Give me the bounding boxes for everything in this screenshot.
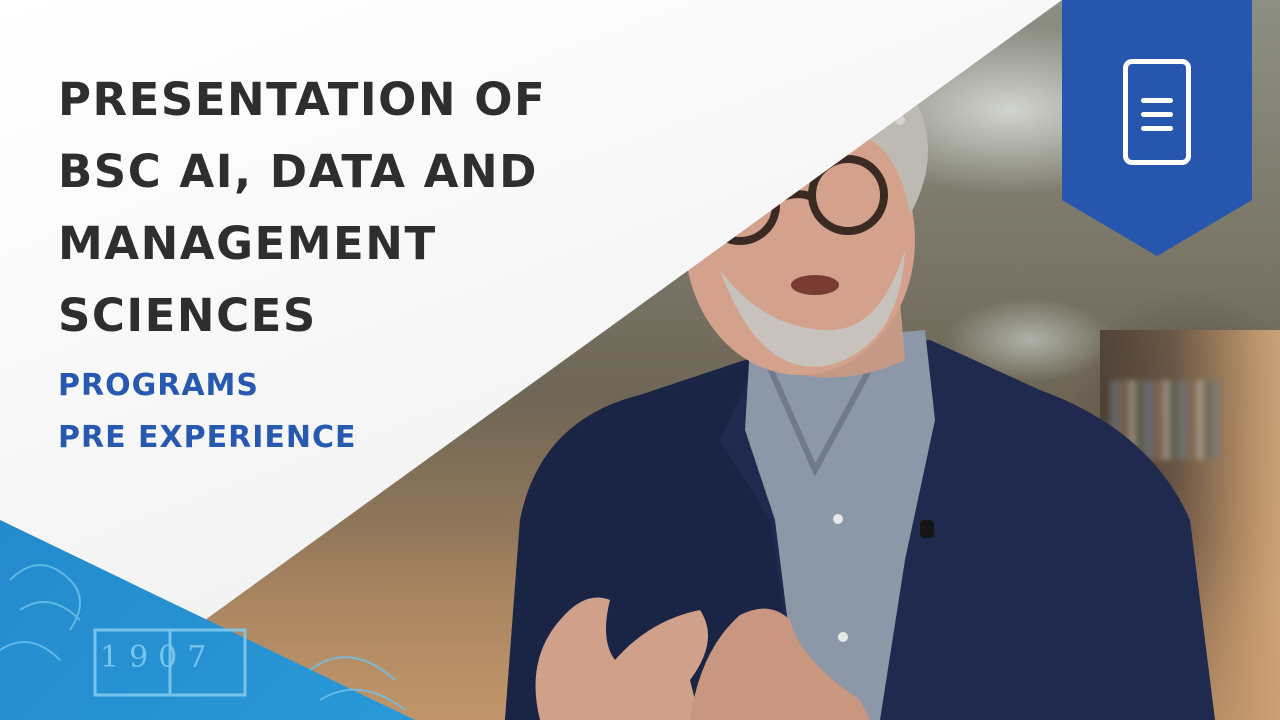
video-subtitle: PROGRAMS PRE EXPERIENCE <box>58 360 357 464</box>
subtitle-line: PROGRAMS <box>58 368 259 403</box>
title-line: MANAGEMENT <box>58 217 437 270</box>
video-thumbnail[interactable]: 1907 PRESENTATION OF BSC AI, DATA AND MA… <box>0 0 1280 720</box>
emblem-art <box>0 564 406 711</box>
video-title: PRESENTATION OF BSC AI, DATA AND MANAGEM… <box>58 64 658 352</box>
title-line: SCIENCES <box>58 289 317 342</box>
title-line: BSC AI, DATA AND <box>58 145 538 198</box>
emblem-year: 1907 <box>100 640 217 675</box>
subtitle-line: PRE EXPERIENCE <box>58 420 357 455</box>
document-icon <box>1123 59 1191 165</box>
title-line: PRESENTATION OF <box>58 73 547 126</box>
